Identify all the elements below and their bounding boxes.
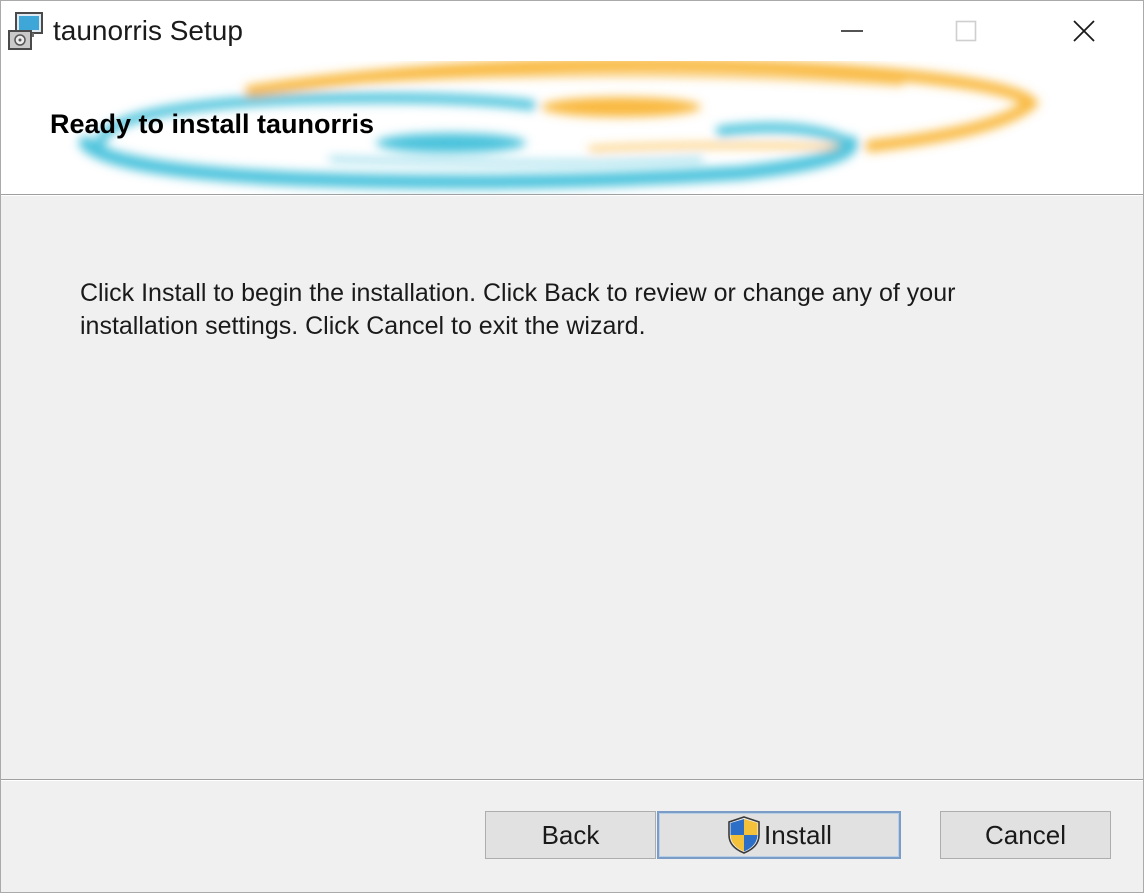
maximize-button <box>907 1 1025 61</box>
uac-shield-icon <box>728 816 760 854</box>
title-bar: taunorris Setup <box>1 1 1143 61</box>
minimize-button[interactable] <box>793 1 911 61</box>
minimize-icon <box>841 30 863 32</box>
back-button-label: Back <box>541 819 600 850</box>
close-button[interactable] <box>1025 1 1143 61</box>
install-button[interactable]: Install <box>657 811 901 859</box>
header-banner: Ready to install taunorris <box>1 61 1143 194</box>
cancel-button[interactable]: Cancel <box>940 811 1111 859</box>
instruction-text: Click Install to begin the installation.… <box>80 279 956 340</box>
window-title: taunorris Setup <box>53 15 243 46</box>
footer-divider <box>1 779 1143 781</box>
header-divider <box>1 194 1143 196</box>
close-icon <box>1073 20 1095 42</box>
setup-window: taunorris Setup Ready to install taunorr… <box>0 0 1144 893</box>
installer-icon <box>8 12 43 50</box>
maximize-icon <box>955 20 977 42</box>
page-heading: Ready to install taunorris <box>50 109 375 139</box>
cancel-button-label: Cancel <box>985 819 1066 850</box>
install-button-label: Install <box>764 819 832 850</box>
back-button[interactable]: Back <box>485 811 656 859</box>
